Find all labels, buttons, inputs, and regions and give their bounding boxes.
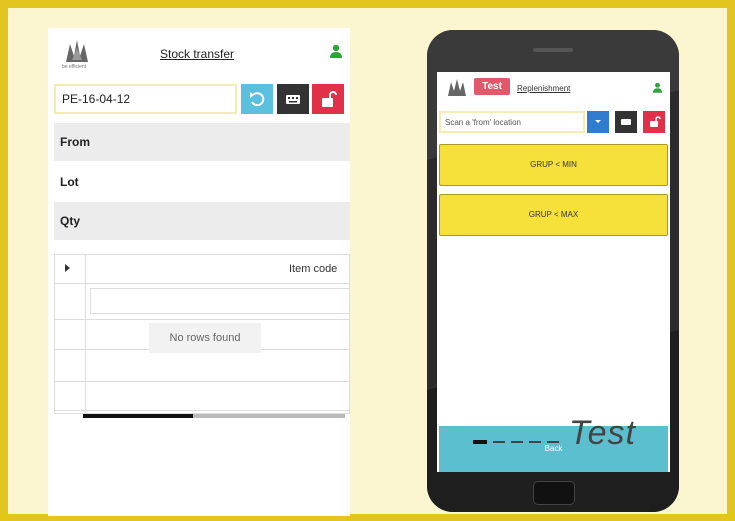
grid-row-line [55, 410, 349, 411]
lock-button[interactable] [312, 84, 344, 114]
lock-button[interactable] [643, 111, 665, 133]
tile-grup-max[interactable]: GRUP < MAX [439, 194, 668, 236]
unlock-icon [322, 91, 337, 107]
scrollbar-thumb[interactable] [83, 414, 193, 418]
scan-location-input[interactable]: Scan a 'from' location [439, 111, 585, 133]
keyboard-icon [286, 95, 300, 104]
keyboard-button[interactable] [277, 84, 309, 114]
logo-text: be efficient [62, 64, 87, 70]
from-field[interactable]: From [54, 123, 350, 161]
grid-divider [85, 255, 86, 413]
app-logo [448, 79, 466, 96]
header-bar: be efficient Stock transfer [48, 28, 350, 78]
page-title[interactable]: Replenishment [517, 84, 570, 93]
grid-row-line [55, 319, 349, 320]
unlock-icon [650, 116, 661, 127]
phone-mockup: Test Replenishment Scan a 'from' locatio… [424, 28, 682, 514]
app-logo [66, 40, 88, 62]
chevron-down-icon [595, 120, 601, 123]
phone-speaker [533, 48, 573, 52]
watermark-dashes [473, 440, 559, 444]
phone-home-button[interactable] [533, 481, 575, 505]
expand-arrow-icon[interactable] [65, 264, 70, 272]
undo-icon [250, 92, 265, 107]
keyboard-button[interactable] [615, 111, 637, 133]
grid-header: Item code [55, 255, 349, 284]
stock-transfer-panel: be efficient Stock transfer From Lot Qty [48, 28, 350, 516]
empty-message: No rows found [149, 323, 261, 353]
grid-row-line [55, 381, 349, 382]
items-grid: Item code No rows found [54, 254, 350, 414]
user-icon[interactable] [653, 82, 662, 93]
page-title[interactable]: Stock transfer [160, 47, 234, 61]
code-input[interactable] [54, 84, 237, 114]
phone-screen: Test Replenishment Scan a 'from' locatio… [437, 72, 670, 472]
dropdown-button[interactable] [587, 111, 609, 133]
undo-button[interactable] [241, 84, 273, 114]
environment-badge: Test [474, 78, 510, 95]
grid-filter-input[interactable] [90, 288, 349, 314]
qty-field[interactable]: Qty [54, 202, 350, 240]
tile-grup-min[interactable]: GRUP < MIN [439, 144, 668, 186]
lot-field[interactable]: Lot [54, 163, 350, 201]
column-header-item-code[interactable]: Item code [289, 263, 337, 275]
watermark-text: Test [569, 414, 637, 452]
keyboard-icon [621, 119, 631, 125]
user-icon[interactable] [330, 44, 342, 58]
